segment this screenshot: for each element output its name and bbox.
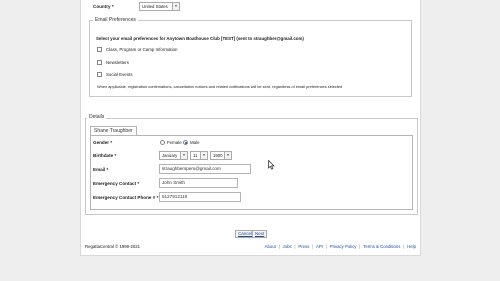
radio-male-label: Male xyxy=(190,140,200,145)
emergency-phone-field[interactable]: 5127912119 xyxy=(159,192,241,202)
email-label: Email * xyxy=(93,167,109,172)
footer-separator: | xyxy=(403,244,405,249)
registration-page: Country * United States ▾ Email Preferen… xyxy=(80,0,421,256)
footer-separator: | xyxy=(325,244,327,249)
footer-copyright: RegattaCentral © 1999-2021 xyxy=(85,244,141,249)
email-field[interactable]: straughberspem@gmail.com xyxy=(159,164,251,174)
footer-link-api[interactable]: API xyxy=(316,244,323,249)
email-preferences-instruction: Select your email preferences for Anytow… xyxy=(96,36,304,41)
birthdate-month-select[interactable]: January ▾ xyxy=(159,151,188,160)
mouse-pointer-icon xyxy=(268,160,275,170)
checkbox-class-program-camp[interactable] xyxy=(97,47,102,52)
birthdate-day-value: 11 xyxy=(193,153,198,158)
footer-link-terms-conditions[interactable]: Terms & Conditions xyxy=(363,244,400,249)
footer-link-press[interactable]: Press xyxy=(298,244,309,249)
footer-separator: | xyxy=(359,244,361,249)
details-legend: Details xyxy=(87,114,107,120)
chevron-down-icon: ▾ xyxy=(200,152,207,159)
footer-link-privacy-policy[interactable]: Privacy Policy xyxy=(330,244,357,249)
country-select-value: United States xyxy=(142,4,168,9)
emergency-phone-label: Emergency Contact Phone # * xyxy=(93,195,159,200)
email-preferences-note: When applicable, registration confirmati… xyxy=(97,84,343,89)
checkbox-social-events[interactable] xyxy=(97,72,102,77)
emergency-contact-field[interactable]: John Smith xyxy=(159,178,238,188)
footer-separator: | xyxy=(312,244,314,249)
country-label: Country * xyxy=(93,4,114,9)
birthdate-year-select[interactable]: 1900 ▾ xyxy=(210,151,232,160)
option-label-newsletters: Newsletters xyxy=(106,60,129,65)
next-button[interactable]: Next xyxy=(252,230,268,238)
option-label-social-events: Social Events xyxy=(106,72,133,77)
radio-male[interactable] xyxy=(183,140,188,145)
footer-link-jobs[interactable]: Jobs xyxy=(283,244,292,249)
country-select[interactable]: United States ▾ xyxy=(139,2,180,11)
birthdate-day-select[interactable]: 11 ▾ xyxy=(190,151,208,160)
emergency-contact-label: Emergency Contact * xyxy=(93,181,140,186)
birthdate-month-value: January xyxy=(162,153,178,158)
footer-link-help[interactable]: Help xyxy=(407,244,416,249)
radio-female-label: Female xyxy=(167,140,182,145)
footer-link-about[interactable]: About xyxy=(265,244,276,249)
chevron-down-icon: ▾ xyxy=(224,152,231,159)
chevron-down-icon: ▾ xyxy=(180,152,187,159)
checkbox-newsletters[interactable] xyxy=(97,60,102,65)
option-label-class-program-camp: Class, Program or Camp Information xyxy=(106,47,178,52)
footer-separator: | xyxy=(278,244,280,249)
birthdate-year-value: 1900 xyxy=(213,153,223,158)
footer-separator: | xyxy=(294,244,296,249)
gender-label: Gender * xyxy=(93,140,113,145)
birthdate-label: Birthdate * xyxy=(93,153,117,158)
radio-female[interactable] xyxy=(160,140,165,145)
chevron-down-icon: ▾ xyxy=(172,3,179,10)
footer-links: About | Jobs | Press | API | Privacy Pol… xyxy=(263,244,416,249)
email-preferences-legend: Email Preferences xyxy=(93,17,138,23)
